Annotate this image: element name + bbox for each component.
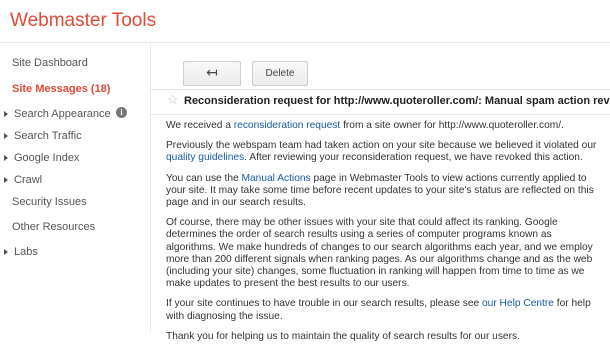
- sidebar-item-other-resources[interactable]: Other Resources: [0, 221, 150, 241]
- text: We received a: [166, 120, 234, 131]
- sidebar-item-security-issues[interactable]: Security Issues: [0, 196, 150, 216]
- info-icon[interactable]: i: [116, 107, 127, 118]
- caret-right-icon: [4, 133, 8, 139]
- message-paragraph: Previously the webspam team had taken ac…: [166, 140, 603, 164]
- reconsideration-request-link[interactable]: reconsideration request: [234, 120, 340, 131]
- sidebar-item-site-dashboard[interactable]: Site Dashboard: [0, 57, 150, 77]
- caret-right-icon: [4, 177, 8, 183]
- sidebar-item-site-messages[interactable]: Site Messages (18): [0, 83, 150, 103]
- message-subject: Reconsideration request for http://www.q…: [184, 95, 610, 107]
- message-paragraph: We received a reconsideration request fr…: [166, 120, 603, 132]
- sidebar-item-label: Search Appearance: [14, 108, 111, 120]
- text: Previously the webspam team had taken ac…: [166, 140, 597, 152]
- caret-right-icon: [4, 249, 8, 255]
- message-paragraph: Of course, there may be other issues wit…: [166, 217, 593, 290]
- text: You can use the: [166, 172, 242, 184]
- message-paragraph: If your site continues to have trouble i…: [166, 298, 603, 322]
- message-body: We received a reconsideration request fr…: [166, 120, 603, 351]
- sidebar-item-label: Google Index: [14, 152, 80, 164]
- sidebar-item-labs[interactable]: Labs: [0, 246, 150, 266]
- sidebar: Site Dashboard Site Messages (18) Search…: [0, 43, 150, 333]
- sidebar-item-label: Search Traffic: [14, 130, 82, 142]
- sidebar-item-google-index[interactable]: Google Index: [0, 152, 150, 172]
- manual-actions-link[interactable]: Manual Actions: [242, 173, 311, 184]
- message-paragraph: You can use the Manual Actions page in W…: [166, 173, 603, 210]
- text: from a site owner for http://www.quotero…: [340, 120, 564, 131]
- sidebar-item-label: Labs: [14, 246, 38, 258]
- sidebar-item-search-appearance[interactable]: Search Appearance i: [0, 107, 150, 128]
- quality-guidelines-link[interactable]: quality guidelines: [166, 152, 244, 163]
- sidebar-item-label: Crawl: [14, 174, 43, 186]
- sidebar-item-label: Security Issues: [12, 196, 87, 208]
- message-body-divider: [150, 114, 610, 115]
- back-arrow-icon: ↤: [206, 64, 218, 80]
- caret-right-icon: [4, 155, 8, 161]
- message-header-divider: [150, 89, 610, 90]
- star-icon[interactable]: ☆: [167, 92, 179, 108]
- caret-right-icon: [4, 111, 8, 117]
- app-title: Webmaster Tools: [10, 10, 157, 31]
- sidebar-item-search-traffic[interactable]: Search Traffic: [0, 130, 150, 150]
- text: If your site continues to have trouble i…: [166, 298, 482, 310]
- top-bar: Webmaster Tools: [0, 0, 610, 43]
- back-button[interactable]: ↤: [183, 61, 241, 86]
- help-centre-link[interactable]: our Help Centre: [482, 298, 554, 309]
- sidebar-divider: [150, 43, 151, 333]
- sidebar-item-label: Site Dashboard: [12, 57, 88, 69]
- text: . After reviewing your reconsideration r…: [244, 152, 583, 164]
- sidebar-item-crawl[interactable]: Crawl: [0, 174, 150, 194]
- sidebar-item-label: Other Resources: [12, 221, 96, 233]
- sidebar-item-label: Site Messages (18): [12, 83, 111, 95]
- delete-button[interactable]: Delete: [252, 61, 308, 86]
